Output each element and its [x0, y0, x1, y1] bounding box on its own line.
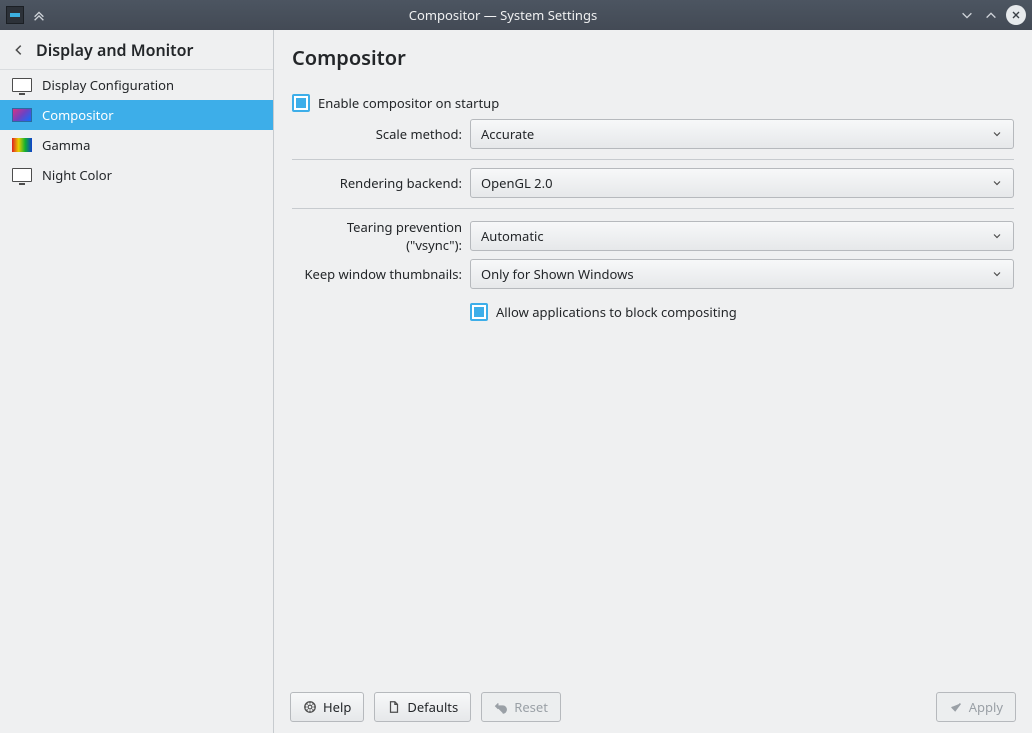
titlebar: Compositor — System Settings: [0, 0, 1032, 30]
maximize-button[interactable]: [982, 6, 1000, 24]
thumbnails-label: Keep window thumbnails:: [292, 265, 470, 283]
select-value: Accurate: [481, 125, 534, 143]
sidebar-item-label: Night Color: [42, 166, 112, 184]
scale-method-select[interactable]: Accurate: [470, 119, 1014, 149]
chevron-down-icon: [991, 230, 1003, 242]
keep-above-icon[interactable]: [30, 6, 48, 24]
button-label: Reset: [514, 698, 548, 716]
sidebar-header-title: Display and Monitor: [36, 39, 194, 61]
checkbox-label: Allow applications to block compositing: [496, 303, 737, 321]
monitor-icon: [12, 77, 32, 93]
button-label: Defaults: [407, 698, 458, 716]
close-button[interactable]: [1006, 5, 1026, 25]
apply-button: Apply: [936, 692, 1016, 722]
footer: Help Defaults Reset Apply: [274, 681, 1032, 733]
minimize-button[interactable]: [958, 6, 976, 24]
tearing-select[interactable]: Automatic: [470, 221, 1014, 251]
compositor-icon: [12, 107, 32, 123]
row-enable-compositor: Enable compositor on startup: [292, 81, 1014, 119]
sidebar-item-display-configuration[interactable]: Display Configuration: [0, 70, 273, 100]
select-value: OpenGL 2.0: [481, 174, 553, 192]
sidebar-item-label: Gamma: [42, 136, 90, 154]
window-title: Compositor — System Settings: [48, 6, 958, 24]
button-label: Help: [323, 698, 351, 716]
sidebar-item-gamma[interactable]: Gamma: [0, 130, 273, 160]
row-keep-thumbnails: Keep window thumbnails: Only for Shown W…: [292, 255, 1014, 293]
checkbox-box: [470, 303, 488, 321]
chevron-down-icon: [991, 177, 1003, 189]
undo-icon: [494, 700, 508, 714]
page-title: Compositor: [292, 44, 1014, 71]
chevron-down-icon: [991, 268, 1003, 280]
checkbox-label: Enable compositor on startup: [318, 94, 499, 112]
chevron-down-icon: [991, 128, 1003, 140]
row-rendering-backend: Rendering backend: OpenGL 2.0: [292, 168, 1014, 209]
sidebar: Display and Monitor Display Configuratio…: [0, 30, 274, 733]
app-icon: [6, 6, 24, 24]
document-icon: [387, 700, 401, 714]
thumbnails-select[interactable]: Only for Shown Windows: [470, 259, 1014, 289]
monitor-icon: [12, 167, 32, 183]
check-icon: [949, 700, 963, 714]
row-tearing-prevention: Tearing prevention ("vsync"): Automatic: [292, 217, 1014, 255]
defaults-button[interactable]: Defaults: [374, 692, 471, 722]
chevron-left-icon: [12, 43, 26, 57]
row-scale-method: Scale method: Accurate: [292, 119, 1014, 160]
allow-block-checkbox[interactable]: Allow applications to block compositing: [470, 303, 1014, 321]
gamma-icon: [12, 137, 32, 153]
button-label: Apply: [969, 698, 1003, 716]
checkbox-box: [292, 94, 310, 112]
select-value: Automatic: [481, 227, 544, 245]
help-icon: [303, 700, 317, 714]
select-value: Only for Shown Windows: [481, 265, 634, 283]
sidebar-item-night-color[interactable]: Night Color: [0, 160, 273, 190]
help-button[interactable]: Help: [290, 692, 364, 722]
main-panel: Compositor Enable compositor on startup …: [274, 30, 1032, 733]
sidebar-back-button[interactable]: Display and Monitor: [0, 30, 273, 70]
reset-button: Reset: [481, 692, 561, 722]
sidebar-item-compositor[interactable]: Compositor: [0, 100, 273, 130]
row-allow-block: Allow applications to block compositing: [292, 293, 1014, 331]
scale-method-label: Scale method:: [292, 125, 470, 143]
tearing-label: Tearing prevention ("vsync"):: [292, 218, 470, 254]
rendering-backend-select[interactable]: OpenGL 2.0: [470, 168, 1014, 198]
sidebar-item-label: Compositor: [42, 106, 114, 124]
sidebar-item-label: Display Configuration: [42, 76, 174, 94]
rendering-backend-label: Rendering backend:: [292, 174, 470, 192]
enable-compositor-checkbox[interactable]: Enable compositor on startup: [292, 94, 1014, 112]
